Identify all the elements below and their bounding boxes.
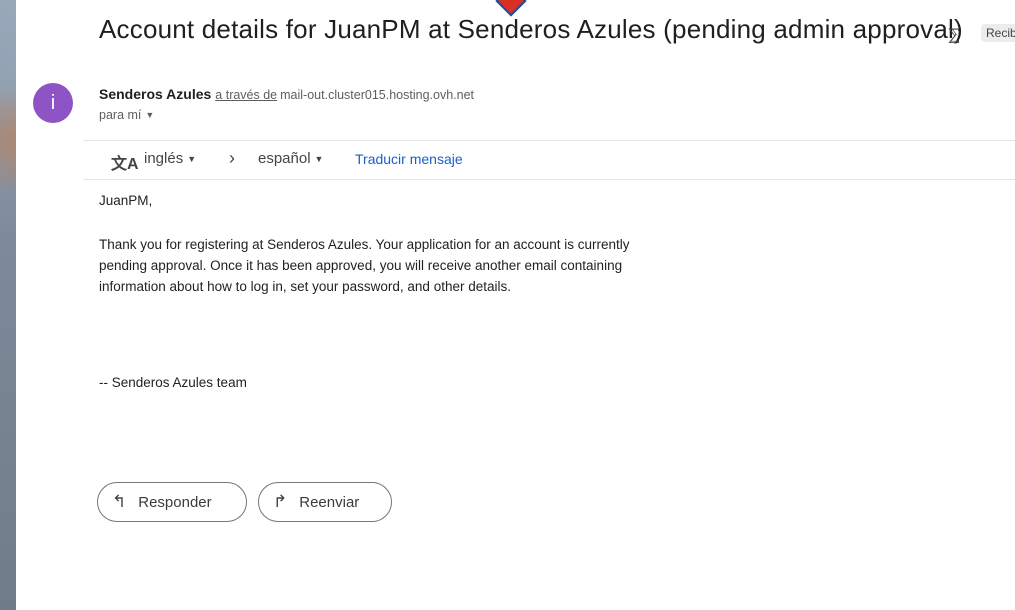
via-link[interactable]: a través de (215, 88, 277, 102)
sender-name[interactable]: Senderos Azules (99, 86, 211, 102)
reply-label: Responder (138, 493, 212, 511)
chevron-down-icon: ▼ (314, 154, 324, 164)
email-greeting: JuanPM, (99, 193, 153, 208)
translate-icon: 文A (111, 156, 139, 173)
target-language-dropdown[interactable]: español ▼ (258, 150, 323, 167)
reply-icon: ↰ (112, 492, 127, 511)
source-language-dropdown[interactable]: inglés ▼ (144, 150, 196, 167)
email-paragraph: Thank you for registering at Senderos Az… (99, 237, 630, 294)
avatar[interactable]: i (33, 83, 73, 123)
reply-button[interactable]: ↰ Responder (97, 482, 247, 522)
chevron-right-icon: › (229, 148, 235, 168)
forward-label: Reenviar (299, 493, 360, 511)
chevron-down-icon: ▼ (145, 110, 155, 120)
translate-message-link[interactable]: Traducir mensaje (355, 151, 463, 167)
forward-icon: ↱ (273, 492, 288, 511)
forward-button[interactable]: ↱ Reenviar (258, 482, 392, 522)
recipient-dropdown[interactable]: para mí ▼ (99, 108, 154, 122)
inbox-label-chip[interactable]: Recibid (981, 24, 1015, 42)
via-host: mail-out.cluster015.hosting.ovh.net (280, 88, 475, 102)
chevron-down-icon: ▼ (187, 154, 197, 164)
email-view: Account details for JuanPM at Senderos A… (16, 0, 1015, 610)
email-subject: Account details for JuanPM at Senderos A… (99, 14, 963, 44)
sender-line: Senderos Azules a través de mail-out.clust… (99, 86, 474, 102)
translate-bar: 文A inglés ▼ › español ▼ Traducir mensaje (83, 140, 1015, 180)
recipient-label: para mí (99, 108, 142, 122)
source-language-label: inglés (144, 150, 184, 167)
target-language-label: español (258, 150, 311, 167)
email-signature: -- Senderos Azules team (99, 375, 247, 390)
important-marker-icon[interactable]: ⅀ (948, 25, 959, 44)
